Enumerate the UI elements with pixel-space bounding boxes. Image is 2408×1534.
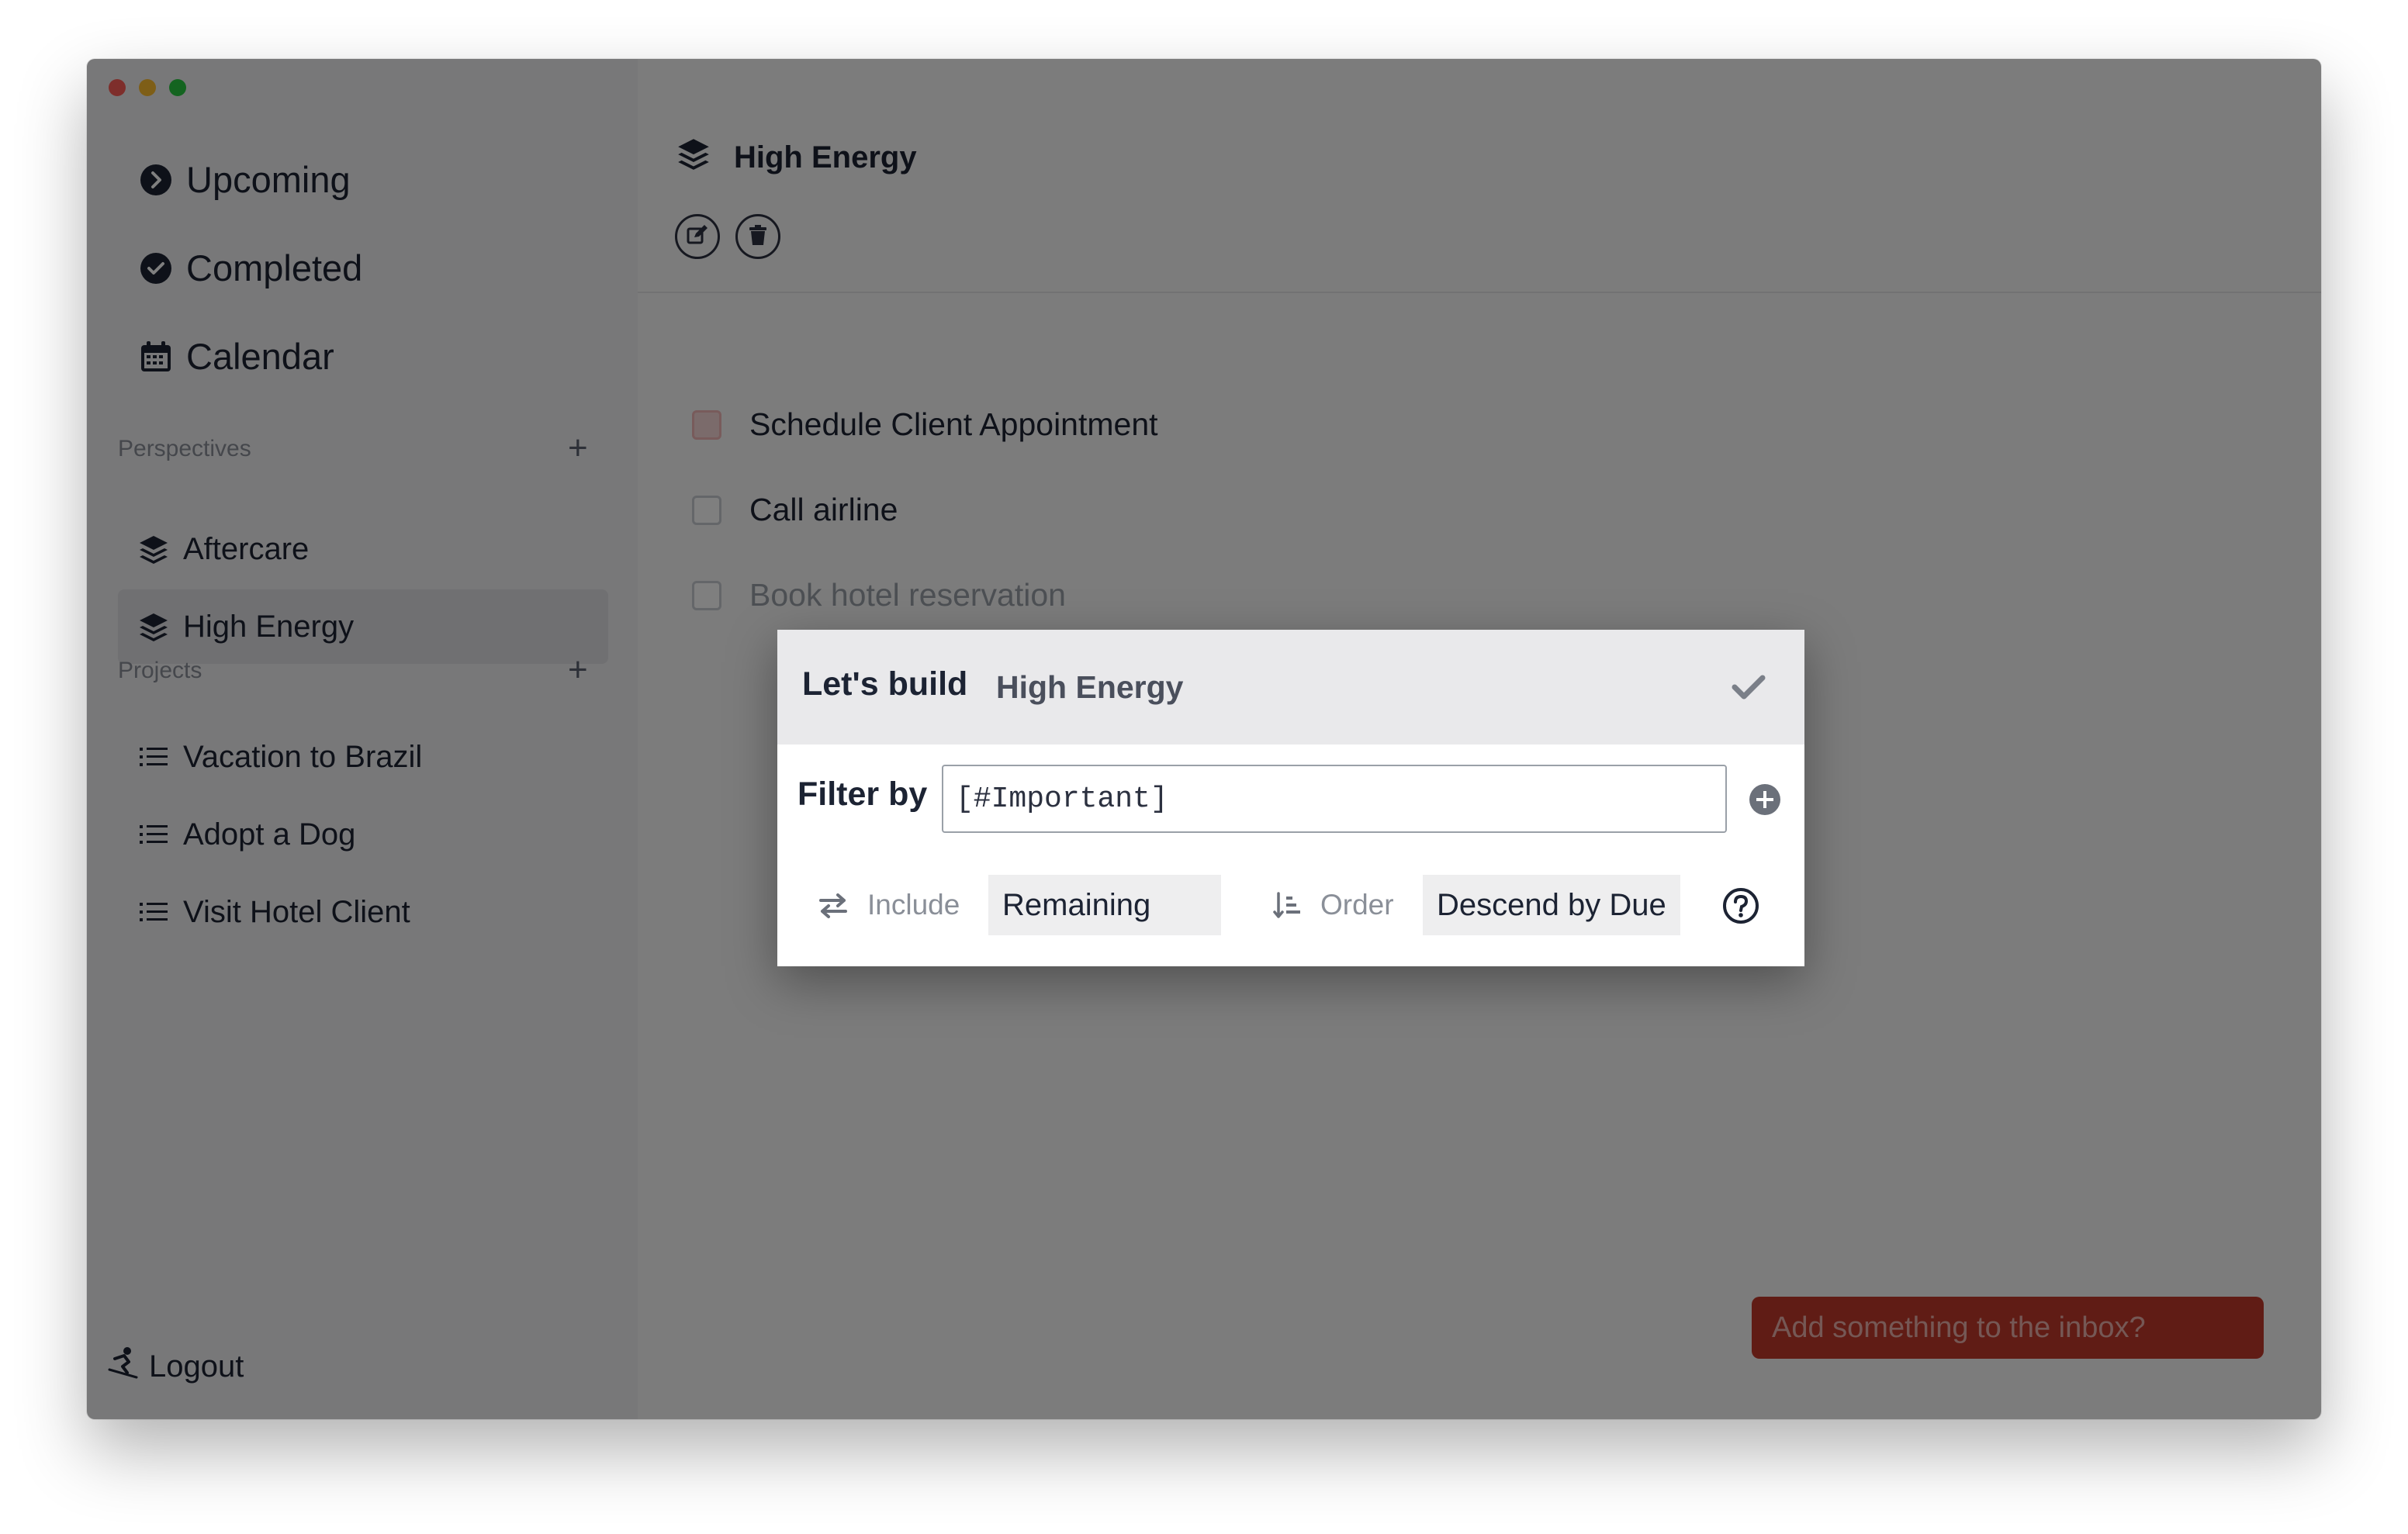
- perspective-name-input[interactable]: [984, 647, 1708, 727]
- order-label: Order: [1320, 889, 1394, 921]
- sort-icon: [1271, 889, 1305, 923]
- checkmark-icon: [1732, 673, 1766, 705]
- add-filter-button[interactable]: [1749, 783, 1781, 816]
- confirm-button[interactable]: [1730, 670, 1767, 707]
- swap-arrows-icon: [816, 889, 850, 923]
- perspective-builder-modal: Let's build Filter by Include Remaining: [777, 630, 1804, 966]
- question-circle-icon: [1722, 888, 1759, 928]
- app-window: Upcoming Completed Calendar Perspectives…: [87, 59, 2321, 1419]
- include-value: Remaining: [1002, 887, 1151, 922]
- options-row: Include Remaining Order Descend by Due: [777, 875, 1804, 937]
- include-select[interactable]: Remaining: [988, 875, 1221, 935]
- order-value: Descend by Due: [1437, 887, 1666, 922]
- order-select[interactable]: Descend by Due: [1423, 875, 1680, 935]
- plus-circle-icon: [1749, 784, 1781, 819]
- modal-heading: Let's build: [802, 665, 968, 703]
- filter-query-input[interactable]: [942, 765, 1727, 833]
- help-button[interactable]: [1722, 887, 1759, 924]
- include-label: Include: [867, 889, 960, 921]
- filter-label: Filter by: [797, 776, 928, 813]
